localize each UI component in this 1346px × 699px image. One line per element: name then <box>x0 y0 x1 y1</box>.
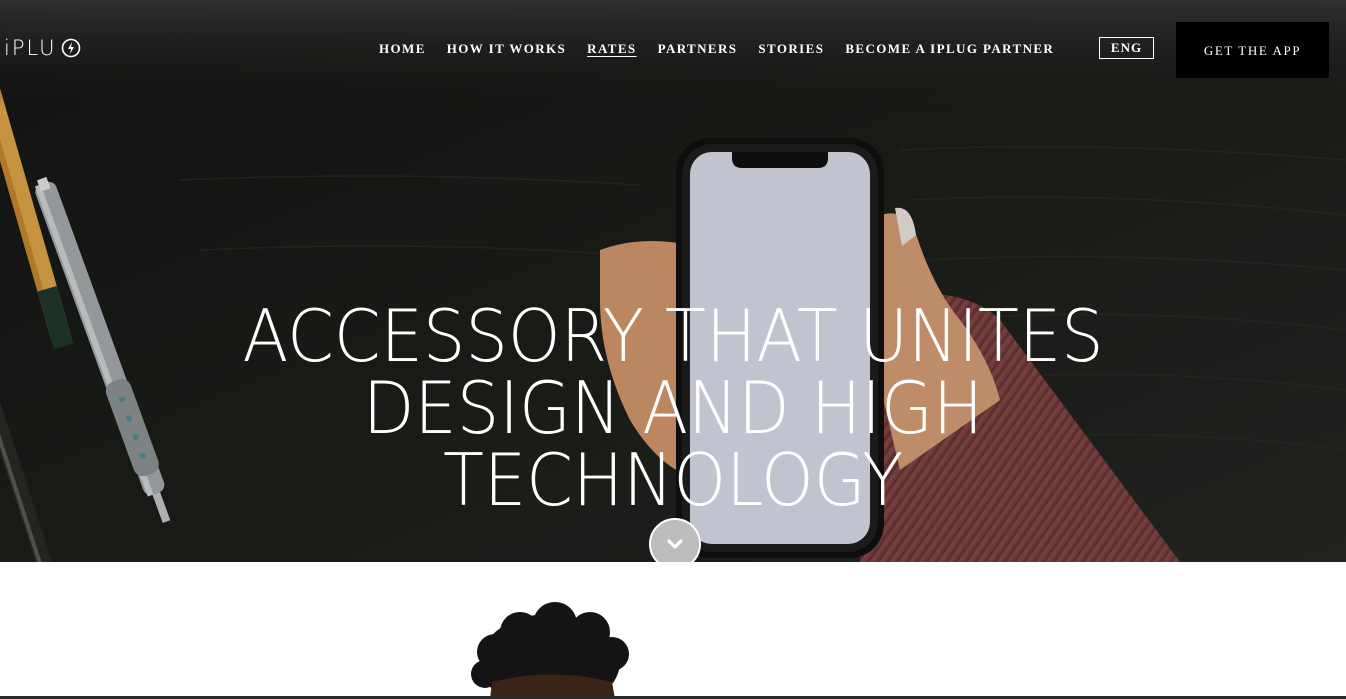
nav-rates[interactable]: RATES <box>587 40 636 58</box>
brand-name: iPLU <box>4 36 57 60</box>
top-navigation-bar: iPLU HOME HOW IT WORKS RATES PARTNERS ST… <box>0 0 1346 100</box>
nav-become-partner[interactable]: BECOME A IPLUG PARTNER <box>845 40 1054 58</box>
nav-home[interactable]: HOME <box>379 40 426 58</box>
nav-partners[interactable]: PARTNERS <box>658 40 738 58</box>
language-selector[interactable]: ENG <box>1099 37 1154 59</box>
person-photo <box>471 602 629 699</box>
headline-line-3: TECHNOLOGY <box>442 438 904 522</box>
chevron-down-icon <box>667 539 683 549</box>
main-nav: HOME HOW IT WORKS RATES PARTNERS STORIES… <box>379 40 1054 58</box>
headline-line-1: ACCESSORY THAT UNITES <box>242 294 1104 378</box>
hero-section: iPLU HOME HOW IT WORKS RATES PARTNERS ST… <box>0 0 1346 562</box>
nav-stories[interactable]: STORIES <box>758 40 824 58</box>
headline-line-2: DESIGN AND HIGH <box>362 366 984 450</box>
lightning-bolt-icon <box>61 38 80 58</box>
next-section <box>0 562 1346 699</box>
brand-logo[interactable]: iPLU <box>4 34 81 62</box>
get-the-app-button[interactable]: GET THE APP <box>1176 22 1329 78</box>
nav-how-it-works[interactable]: HOW IT WORKS <box>447 40 566 58</box>
hero-headline: ACCESSORY THAT UNITES DESIGN AND HIGH TE… <box>47 300 1299 516</box>
